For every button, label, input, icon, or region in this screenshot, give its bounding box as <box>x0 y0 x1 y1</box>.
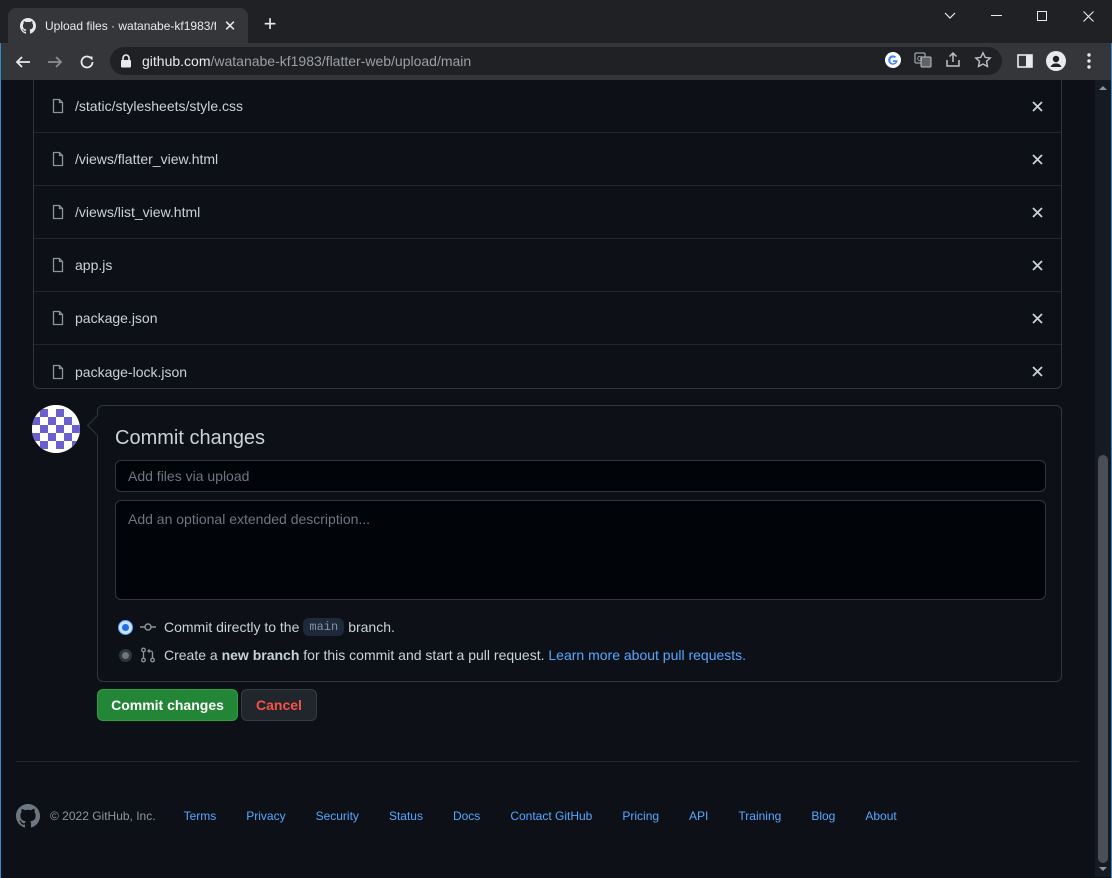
tab-title: Upload files · watanabe-kf1983/flatter-w… <box>45 18 216 33</box>
scrollbar-thumb[interactable] <box>1098 455 1108 863</box>
remove-file-icon[interactable] <box>1029 364 1045 380</box>
file-icon <box>52 364 64 379</box>
git-pull-request-icon <box>140 647 156 663</box>
file-row: package.json <box>34 292 1061 345</box>
reload-icon[interactable] <box>76 51 98 73</box>
footer-divider <box>16 761 1079 762</box>
remove-file-icon[interactable] <box>1029 310 1045 326</box>
translate-icon[interactable]: G <box>914 51 932 74</box>
browser-tab-bar: Upload files · watanabe-kf1983/flatter-w… <box>0 0 1112 43</box>
footer-link-pricing[interactable]: Pricing <box>622 809 659 823</box>
commit-direct-text: Commit directly to the <box>164 619 300 635</box>
file-icon <box>52 98 64 114</box>
file-name: /views/flatter_view.html <box>75 151 219 167</box>
minimize-icon[interactable] <box>973 0 1019 32</box>
footer-link-api[interactable]: API <box>689 809 708 823</box>
forward-icon[interactable] <box>44 51 66 73</box>
file-row: package-lock.json <box>34 345 1061 398</box>
menu-kebab-icon[interactable] <box>1079 51 1099 71</box>
file-row: /views/flatter_view.html <box>34 133 1061 186</box>
lock-icon <box>121 54 131 68</box>
bookmark-star-icon[interactable] <box>974 51 992 74</box>
file-name: package-lock.json <box>75 363 188 380</box>
uploaded-file-list: /static/stylesheets/style.css /views/fla… <box>33 80 1062 389</box>
github-logo-icon[interactable] <box>16 804 40 828</box>
remove-file-icon[interactable] <box>1029 204 1045 220</box>
commit-heading: Commit changes <box>115 427 266 449</box>
avatar[interactable] <box>32 405 80 453</box>
tab-search-chevron-icon[interactable] <box>927 0 973 32</box>
new-branch-suffix: for this commit and start a pull request… <box>303 647 545 663</box>
footer-link-docs[interactable]: Docs <box>453 809 480 823</box>
address-url: github.com/watanabe-kf1983/flatter-web/u… <box>142 53 472 69</box>
new-branch-option[interactable]: Create a new branch for this commit and … <box>119 647 746 663</box>
footer-copyright: © 2022 GitHub, Inc. <box>50 809 156 823</box>
new-branch-text: Create a <box>164 647 218 663</box>
file-icon <box>52 310 64 326</box>
profile-icon[interactable] <box>1046 51 1066 71</box>
file-icon <box>52 257 64 273</box>
tab-close-icon[interactable]: ✕ <box>222 17 238 35</box>
commit-description-textarea[interactable] <box>115 500 1046 600</box>
commit-summary-input[interactable] <box>115 460 1046 492</box>
maximize-icon[interactable] <box>1019 0 1065 32</box>
new-branch-bold: new branch <box>221 647 300 663</box>
file-icon <box>52 204 64 220</box>
scroll-down-arrow-icon[interactable] <box>1095 863 1111 875</box>
footer-link-status[interactable]: Status <box>389 809 423 823</box>
github-favicon-icon <box>20 17 36 34</box>
file-row: /static/stylesheets/style.css <box>34 80 1061 133</box>
footer-link-contact[interactable]: Contact GitHub <box>510 809 592 823</box>
file-icon <box>52 151 64 167</box>
commit-direct-option[interactable]: Commit directly to the main branch. <box>119 618 395 636</box>
commit-direct-suffix: branch. <box>348 619 395 635</box>
footer-link-privacy[interactable]: Privacy <box>246 809 285 823</box>
learn-more-pull-requests-link[interactable]: Learn more about pull requests. <box>548 647 746 663</box>
remove-file-icon[interactable] <box>1029 151 1045 167</box>
footer: © 2022 GitHub, Inc. Terms Privacy Securi… <box>16 800 1079 832</box>
window-close-icon[interactable] <box>1065 0 1111 32</box>
remove-file-icon[interactable] <box>1029 257 1045 273</box>
file-name: /static/stylesheets/style.css <box>75 98 244 114</box>
svg-text:G: G <box>917 55 922 63</box>
file-name: /views/list_view.html <box>75 204 201 220</box>
file-row: /views/list_view.html <box>34 186 1061 239</box>
file-row: app.js <box>34 239 1061 292</box>
file-name: app.js <box>75 257 113 273</box>
page-viewport: /static/stylesheets/style.css /views/fla… <box>1 80 1095 877</box>
scroll-up-arrow-icon[interactable] <box>1095 82 1111 94</box>
footer-link-security[interactable]: Security <box>316 809 359 823</box>
google-lens-icon[interactable] <box>884 51 902 74</box>
footer-link-about[interactable]: About <box>865 809 896 823</box>
file-name: package.json <box>75 310 158 326</box>
side-panel-icon[interactable] <box>1015 51 1035 71</box>
address-bar[interactable]: github.com/watanabe-kf1983/flatter-web/u… <box>110 47 1002 75</box>
cancel-button[interactable]: Cancel <box>241 689 317 721</box>
commit-direct-radio[interactable] <box>119 620 132 634</box>
browser-tab[interactable]: Upload files · watanabe-kf1983/flatter-w… <box>8 8 248 43</box>
commit-changes-button[interactable]: Commit changes <box>97 689 238 721</box>
footer-link-training[interactable]: Training <box>738 809 781 823</box>
commit-form: Commit changes Commit directly to the ma… <box>97 405 1062 682</box>
branch-name: main <box>303 618 345 636</box>
share-icon[interactable] <box>944 51 962 74</box>
remove-file-icon[interactable] <box>1029 98 1045 114</box>
page-scrollbar[interactable] <box>1095 80 1111 877</box>
new-tab-icon[interactable]: + <box>260 13 280 35</box>
footer-link-terms[interactable]: Terms <box>184 809 217 823</box>
back-icon[interactable] <box>12 51 34 73</box>
footer-link-blog[interactable]: Blog <box>811 809 835 823</box>
new-branch-radio[interactable] <box>119 648 132 662</box>
git-commit-icon <box>140 619 156 635</box>
